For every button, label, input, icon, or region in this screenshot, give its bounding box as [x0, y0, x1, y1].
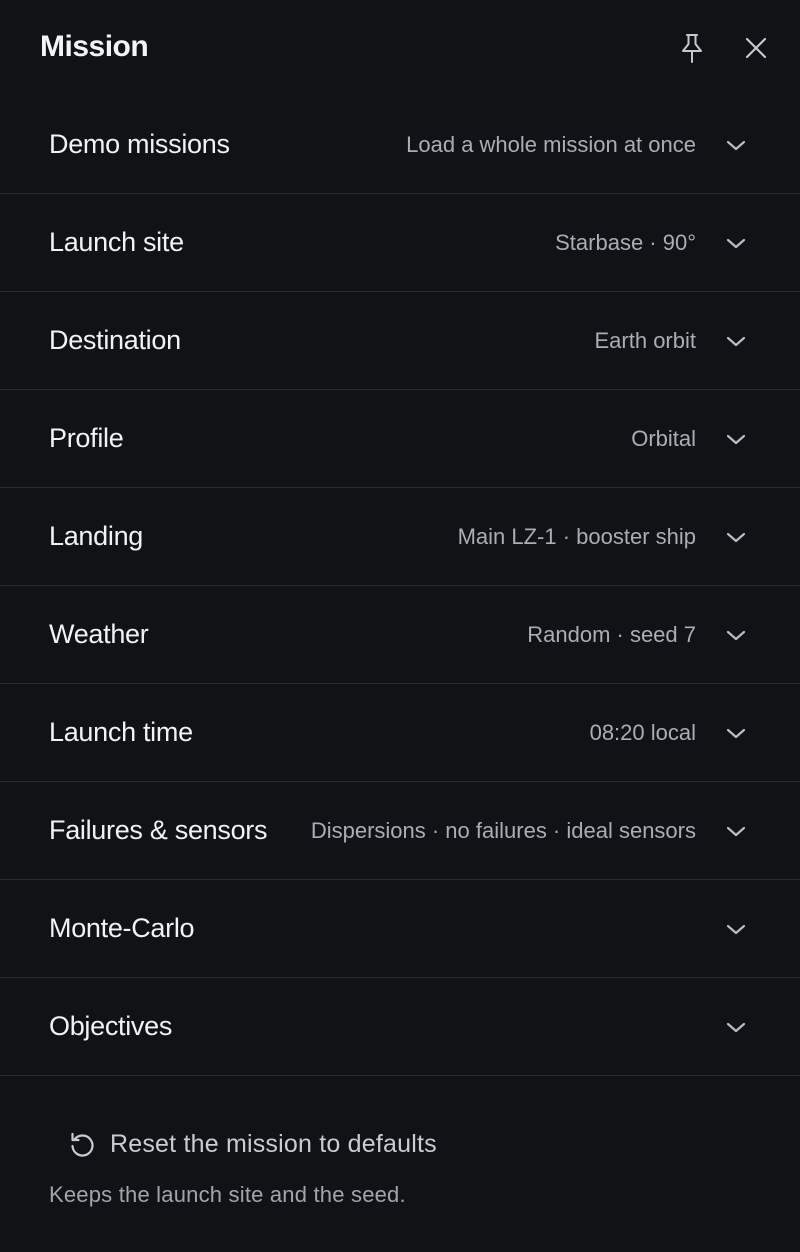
section-label: Objectives — [49, 1011, 173, 1041]
section-objectives[interactable]: Objectives — [0, 978, 800, 1076]
section-value: Load a whole mission at once — [406, 132, 696, 157]
section-launch-site[interactable]: Launch site Starbase · 90° — [0, 194, 800, 292]
section-value: 08:20 local — [589, 720, 696, 745]
section-label: Monte-Carlo — [49, 913, 195, 943]
reset-icon — [68, 1130, 96, 1158]
section-label: Launch time — [49, 717, 193, 747]
page-title: Mission — [40, 30, 149, 63]
chevron-down-icon — [724, 133, 748, 157]
chevron-down-icon — [724, 917, 748, 941]
panel-header: Mission — [0, 0, 800, 96]
section-value: Main LZ-1 · booster ship — [457, 524, 696, 549]
section-landing[interactable]: Landing Main LZ-1 · booster ship — [0, 488, 800, 586]
pin-button[interactable] — [672, 28, 712, 68]
panel-footer: Reset the mission to defaults Keeps the … — [0, 1076, 800, 1252]
chevron-down-icon — [724, 819, 748, 843]
section-destination[interactable]: Destination Earth orbit — [0, 292, 800, 390]
section-demo-missions[interactable]: Demo missions Load a whole mission at on… — [0, 96, 800, 194]
section-weather[interactable]: Weather Random · seed 7 — [0, 586, 800, 684]
reset-label: Reset the mission to defaults — [110, 1129, 437, 1158]
section-value: Earth orbit — [594, 328, 697, 353]
section-label: Failures & sensors — [49, 815, 268, 845]
section-value: Orbital — [631, 426, 696, 451]
mission-sections: Demo missions Load a whole mission at on… — [0, 96, 800, 1076]
chevron-down-icon — [724, 623, 748, 647]
section-label: Launch site — [49, 227, 184, 257]
chevron-down-icon — [724, 525, 748, 549]
section-label: Landing — [49, 521, 143, 551]
section-launch-time[interactable]: Launch time 08:20 local — [0, 684, 800, 782]
section-profile[interactable]: Profile Orbital — [0, 390, 800, 488]
section-label: Weather — [49, 619, 149, 649]
section-label: Profile — [49, 423, 124, 453]
reset-mission-button[interactable]: Reset the mission to defaults — [64, 1120, 437, 1168]
chevron-down-icon — [724, 427, 748, 451]
section-label: Destination — [49, 325, 181, 355]
mission-panel: Mission Demo missions Load a whole missi… — [0, 0, 800, 1252]
pin-icon — [679, 32, 705, 64]
section-label: Demo missions — [49, 129, 230, 159]
section-monte-carlo[interactable]: Monte-Carlo — [0, 880, 800, 978]
chevron-down-icon — [724, 329, 748, 353]
section-value: Dispersions · no failures · ideal sensor… — [310, 818, 696, 843]
chevron-down-icon — [724, 231, 748, 255]
chevron-down-icon — [724, 1015, 748, 1039]
close-button[interactable] — [736, 28, 776, 68]
section-value: Starbase · 90° — [555, 230, 696, 255]
section-value: Random · seed 7 — [527, 622, 696, 647]
close-icon — [745, 37, 767, 59]
chevron-down-icon — [724, 721, 748, 745]
reset-note: Keeps the launch site and the seed. — [49, 1182, 406, 1207]
section-failures-sensors[interactable]: Failures & sensors Dispersions · no fail… — [0, 782, 800, 880]
